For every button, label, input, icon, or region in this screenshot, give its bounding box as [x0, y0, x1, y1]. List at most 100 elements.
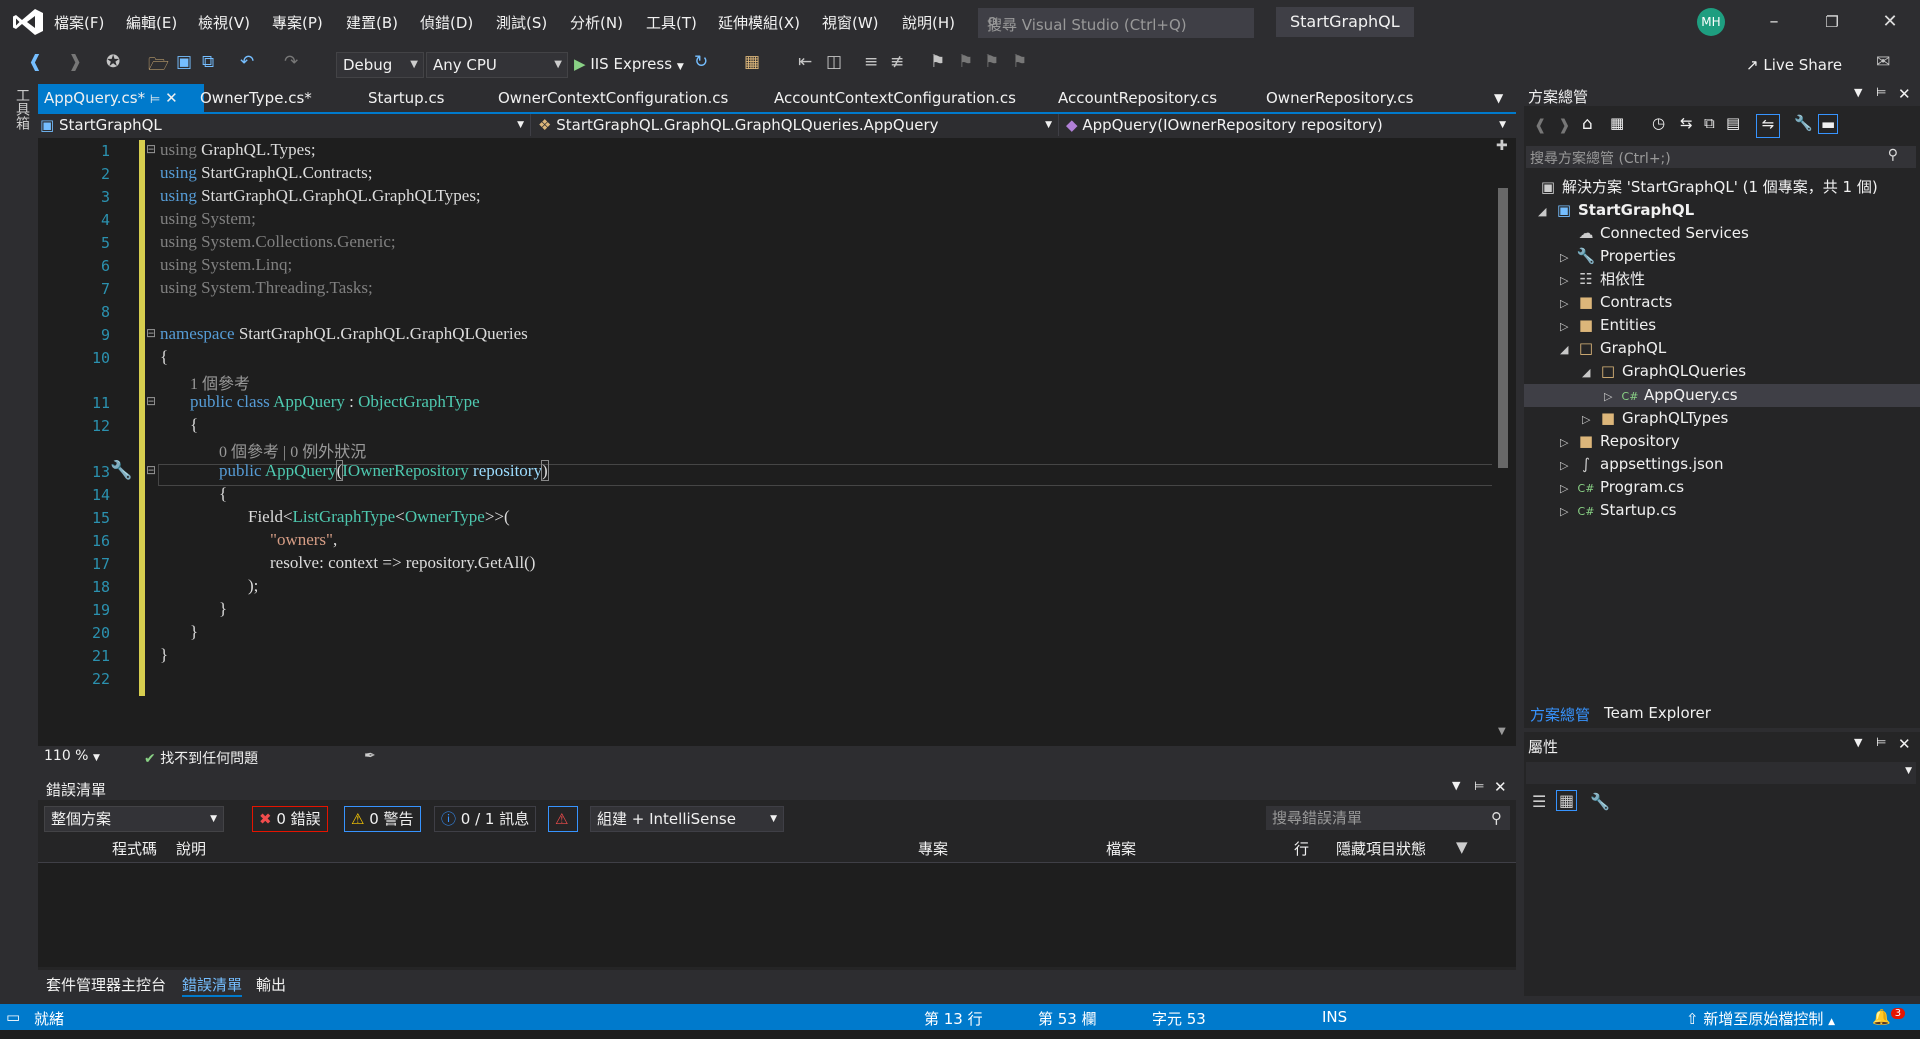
live-share-button[interactable]: ↗ Live Share [1746, 56, 1842, 74]
menu-analyze[interactable]: 分析(N) [570, 12, 623, 33]
tab-accountrepository[interactable]: AccountRepository.cs [1052, 84, 1223, 112]
track-active-icon[interactable]: ⇋ [1756, 114, 1780, 138]
dropdown-icon[interactable]: ▼ [1854, 736, 1862, 749]
menu-file[interactable]: 檔案(F) [54, 12, 104, 33]
column-code[interactable]: 程式碼 [112, 838, 157, 859]
error-search-input[interactable]: 搜尋錯誤清單 ⚲ [1266, 806, 1510, 830]
platform-dropdown[interactable]: Any CPU ▼ [426, 52, 568, 78]
prev-bookmark-icon[interactable]: ⚑ [958, 52, 973, 72]
tree-project[interactable]: ◢ ▣ StartGraphQL [1538, 199, 1694, 222]
filter-icon[interactable]: ▼ [1456, 838, 1468, 856]
status-column[interactable]: 第 53 欄 [1038, 1008, 1097, 1029]
member-dropdown[interactable]: ◆ AppQuery(IOwnerRepository repository) ▼ [1066, 114, 1512, 136]
tab-ownercontextconfiguration[interactable]: OwnerContextConfiguration.cs [492, 84, 734, 112]
tab-accountcontextconfiguration[interactable]: AccountContextConfiguration.cs [768, 84, 1022, 112]
column-suppression[interactable]: 隱藏項目狀態 [1336, 838, 1426, 859]
toolbox-strip[interactable]: 工具箱 [0, 84, 38, 1004]
tree-appquery[interactable]: ▷ C# AppQuery.cs [1604, 384, 1738, 407]
status-line[interactable]: 第 13 行 [924, 1008, 983, 1029]
tree-graphql[interactable]: ◢ □ GraphQL [1560, 337, 1666, 360]
collapse-icon[interactable]: ⊟ [146, 142, 156, 156]
collapsed-icon[interactable]: ▷ [1560, 454, 1576, 477]
tab-appquery[interactable]: AppQuery.cs* ⊨ ✕ [38, 84, 204, 112]
indent-icon[interactable]: ⇤ [798, 52, 812, 72]
scroll-thumb[interactable] [1498, 188, 1508, 468]
codelens-references[interactable]: 1 個參考 [190, 370, 250, 394]
collapsed-icon[interactable]: ▷ [1560, 500, 1576, 523]
solution-search-input[interactable]: 搜尋方案總管 (Ctrl+;) ⚲ [1526, 146, 1916, 168]
menu-help[interactable]: 說明(H) [902, 12, 955, 33]
menu-extensions[interactable]: 延伸模組(X) [718, 12, 800, 33]
issues-indicator[interactable]: ✔ 找不到任何問題 [144, 748, 258, 768]
column-project[interactable]: 專案 [918, 838, 948, 859]
codelens-references[interactable]: 0 個參考 | 0 例外狀況 [219, 438, 366, 462]
preview-icon[interactable]: ▬ [1818, 114, 1839, 134]
menu-view[interactable]: 檢視(V) [198, 12, 250, 33]
tab-solution-explorer[interactable]: 方案總管 [1530, 704, 1590, 725]
status-char[interactable]: 字元 53 [1152, 1008, 1206, 1029]
avatar[interactable]: MH [1697, 8, 1725, 36]
column-line[interactable]: 行 [1294, 838, 1309, 859]
warnings-filter-button[interactable]: ⚠ 0 警告 [344, 806, 421, 832]
menu-test[interactable]: 測試(S) [496, 12, 547, 33]
pin-icon[interactable]: ⊨ [1876, 735, 1886, 749]
build-source-dropdown[interactable]: 組建 + IntelliSense ▼ [590, 806, 784, 832]
close-icon[interactable]: ✕ [1494, 778, 1507, 796]
menu-build[interactable]: 建置(B) [346, 12, 398, 33]
menu-window[interactable]: 視窗(W) [822, 12, 879, 33]
close-icon[interactable]: ✕ [165, 89, 178, 107]
column-file[interactable]: 檔案 [1106, 838, 1136, 859]
tab-output[interactable]: 輸出 [256, 974, 286, 995]
collapsed-icon[interactable]: ▷ [1560, 315, 1576, 338]
project-dropdown[interactable]: ▣ StartGraphQL ▼ [40, 114, 531, 136]
collapse-icon[interactable]: ⊟ [146, 463, 156, 477]
menu-debug[interactable]: 偵錯(D) [420, 12, 473, 33]
menu-project[interactable]: 專案(P) [272, 12, 323, 33]
switch-views-icon[interactable]: ▦ [1610, 114, 1624, 132]
categorized-icon[interactable]: ☰ [1532, 792, 1546, 811]
messages-filter-button[interactable]: ⓘ 0 / 1 訊息 [434, 806, 537, 832]
source-control-button[interactable]: ⇧ 新增至原始檔控制 ▲ [1686, 1008, 1835, 1029]
expanded-icon[interactable]: ◢ [1582, 361, 1598, 384]
undo-icon[interactable]: ↶ [240, 52, 254, 72]
pin-icon[interactable]: ⊨ [1474, 779, 1484, 793]
tree-dependencies[interactable]: ▷ ☷ 相依性 [1560, 268, 1645, 291]
bookmark-icon[interactable]: ⚑ [930, 52, 945, 72]
tree-solution[interactable]: ▣ 解決方案 'StartGraphQL' (1 個專案，共 1 個) [1538, 176, 1878, 199]
collapse-icon[interactable]: ⊟ [146, 326, 156, 340]
tab-ownertype[interactable]: OwnerType.cs* [194, 84, 318, 112]
comment-icon[interactable]: ≡ [864, 52, 878, 72]
tree-repository[interactable]: ▷ ■ Repository [1560, 430, 1680, 453]
minimize-button[interactable]: – [1754, 8, 1794, 36]
split-icon[interactable]: ✚ [1496, 138, 1508, 154]
clear-bookmarks-icon[interactable]: ⚑ [1012, 52, 1027, 72]
code-text[interactable]: using GraphQL.Types; using StartGraphQL.… [160, 138, 1500, 746]
forward-icon[interactable]: ❱ [68, 52, 82, 72]
collapsed-icon[interactable]: ▷ [1560, 269, 1576, 292]
properties-wrench-icon[interactable]: 🔧 [1794, 114, 1813, 132]
refresh-icon[interactable]: ↻ [694, 52, 708, 72]
tab-error-list[interactable]: 錯誤清單 [182, 974, 243, 997]
pin-icon[interactable]: ⊨ [150, 92, 160, 106]
collapsed-icon[interactable]: ▷ [1560, 431, 1576, 454]
menu-tools[interactable]: 工具(T) [646, 12, 697, 33]
collapsed-icon[interactable]: ▷ [1604, 385, 1620, 408]
collapse-icon[interactable]: ⊟ [146, 394, 156, 408]
tab-package-manager-console[interactable]: 套件管理器主控台 [46, 974, 166, 995]
uncomment-icon[interactable]: ≢ [890, 52, 904, 72]
tree-startup[interactable]: ▷ C# Startup.cs [1560, 499, 1677, 522]
search-input[interactable]: 搜尋 Visual Studio (Ctrl+Q) ⚲ [978, 8, 1254, 38]
new-project-icon[interactable]: ✪ [106, 52, 120, 72]
scroll-down-icon[interactable]: ▼ [1498, 726, 1506, 737]
browse-icon[interactable]: ▦ [744, 52, 760, 72]
notifications-button[interactable]: 🔔 3 [1872, 1008, 1906, 1026]
expanded-icon[interactable]: ◢ [1538, 200, 1554, 223]
tree-contracts[interactable]: ▷ ■ Contracts [1560, 291, 1672, 314]
tab-list-dropdown-icon[interactable]: ▼ [1488, 84, 1509, 112]
visual-studio-logo-icon[interactable] [12, 8, 44, 36]
type-dropdown[interactable]: ❖ StartGraphQL.GraphQL.GraphQLQueries.Ap… [538, 114, 1059, 136]
close-button[interactable]: ✕ [1870, 8, 1910, 36]
tree-properties[interactable]: ▷ 🔧 Properties [1560, 245, 1676, 268]
collapse-all-icon[interactable]: ⧉ [1704, 114, 1715, 132]
brush-icon[interactable]: ✒ [364, 748, 376, 764]
